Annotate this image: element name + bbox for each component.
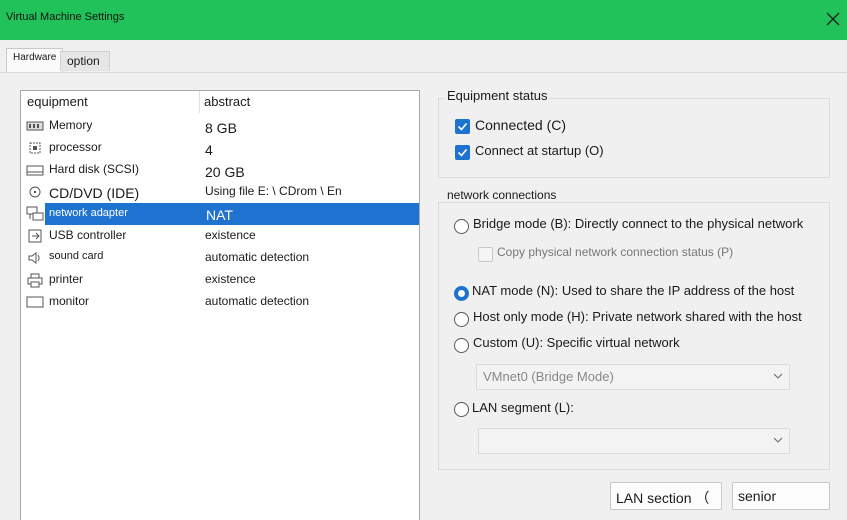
column-header-abstract[interactable]: abstract [204, 94, 250, 109]
lan-section-button[interactable]: LAN section （ [610, 482, 722, 510]
vmnet-select-value: VMnet0 (Bridge Mode) [483, 369, 614, 384]
device-row-sound-card[interactable]: sound card automatic detection [21, 247, 419, 269]
device-list[interactable]: equipment abstract Memory 8 GB processor… [20, 90, 420, 520]
device-name: USB controller [49, 228, 127, 242]
lan-segment-select[interactable] [478, 428, 790, 454]
close-icon [826, 12, 840, 26]
memory-icon [26, 118, 44, 134]
device-summary: automatic detection [205, 294, 310, 308]
processor-icon [26, 140, 44, 156]
network-adapter-icon [26, 206, 44, 222]
device-summary: NAT [206, 207, 233, 223]
tab-hardware[interactable]: Hardware [6, 48, 64, 72]
host-only-label[interactable]: Host only mode (H): Private network shar… [473, 309, 802, 324]
device-row-processor[interactable]: processor 4 [21, 137, 419, 159]
device-summary: automatic detection [205, 250, 310, 264]
device-summary: 4 [205, 142, 213, 158]
device-name: processor [49, 140, 102, 154]
host-only-radio[interactable] [454, 312, 469, 327]
window-title: Virtual Machine Settings [6, 11, 125, 23]
title-bar: Virtual Machine Settings [0, 0, 847, 40]
usb-icon [26, 228, 44, 244]
device-name: Memory [49, 118, 93, 132]
bridge-mode-radio[interactable] [454, 219, 469, 234]
vmnet-select[interactable]: VMnet0 (Bridge Mode) [476, 364, 790, 390]
lan-segment-label[interactable]: LAN segment (L): [472, 400, 574, 415]
cd-dvd-icon [26, 184, 44, 200]
device-name: sound card [49, 250, 104, 262]
column-header-equipment[interactable]: equipment [27, 94, 88, 109]
nat-mode-radio[interactable] [454, 286, 469, 301]
column-separator [199, 91, 200, 113]
copy-status-checkbox[interactable] [478, 247, 493, 262]
device-row-hard-disk[interactable]: Hard disk (SCSI) 20 GB [21, 159, 419, 181]
device-summary: 8 GB [205, 120, 237, 136]
checkmark-icon [457, 148, 468, 157]
tab-divider [0, 72, 847, 73]
device-row-cd-dvd[interactable]: CD/DVD (IDE) Using file E: \ CDrom \ En [21, 181, 419, 203]
equipment-status-group [438, 98, 830, 178]
connected-checkbox[interactable] [455, 119, 470, 134]
connected-label[interactable]: Connected (C) [475, 117, 566, 133]
checkmark-icon [457, 122, 468, 131]
connect-at-startup-label[interactable]: Connect at startup (O) [475, 143, 604, 158]
device-summary: existence [205, 228, 256, 242]
hard-disk-icon [26, 162, 44, 178]
device-summary: Using file E: \ CDrom \ En [205, 184, 342, 198]
custom-radio[interactable] [454, 338, 469, 353]
network-connections-title: network connections [445, 188, 559, 202]
device-name: CD/DVD (IDE) [49, 185, 140, 201]
chevron-down-icon [773, 437, 783, 443]
connect-at-startup-checkbox[interactable] [455, 145, 470, 160]
copy-status-label[interactable]: Copy physical network connection status … [497, 245, 733, 259]
device-row-memory[interactable]: Memory 8 GB [21, 115, 419, 137]
chevron-down-icon [773, 373, 783, 379]
custom-label[interactable]: Custom (U): Specific virtual network [473, 335, 680, 350]
equipment-status-title: Equipment status [445, 88, 550, 103]
device-row-monitor[interactable]: monitor automatic detection [21, 291, 419, 313]
device-row-printer[interactable]: printer existence [21, 269, 419, 291]
device-summary: 20 GB [205, 164, 245, 180]
device-row-network-adapter[interactable]: network adapter NAT [21, 203, 419, 225]
device-name: Hard disk (SCSI) [49, 162, 140, 176]
device-row-usb-controller[interactable]: USB controller existence [21, 225, 419, 247]
bridge-mode-label[interactable]: Bridge mode (B): Directly connect to the… [473, 216, 803, 231]
tab-option[interactable]: option [60, 51, 110, 71]
monitor-icon [26, 294, 44, 310]
device-name: printer [49, 272, 84, 286]
sound-card-icon [26, 250, 44, 266]
device-name: monitor [49, 294, 90, 308]
senior-button[interactable]: senior [732, 482, 830, 510]
nat-mode-label[interactable]: NAT mode (N): Used to share the IP addre… [472, 283, 794, 298]
lan-segment-radio[interactable] [454, 402, 469, 417]
list-header: equipment abstract [21, 91, 419, 113]
printer-icon [26, 272, 44, 288]
device-name: network adapter [49, 207, 128, 219]
close-button[interactable] [822, 8, 844, 30]
device-summary: existence [205, 272, 256, 286]
